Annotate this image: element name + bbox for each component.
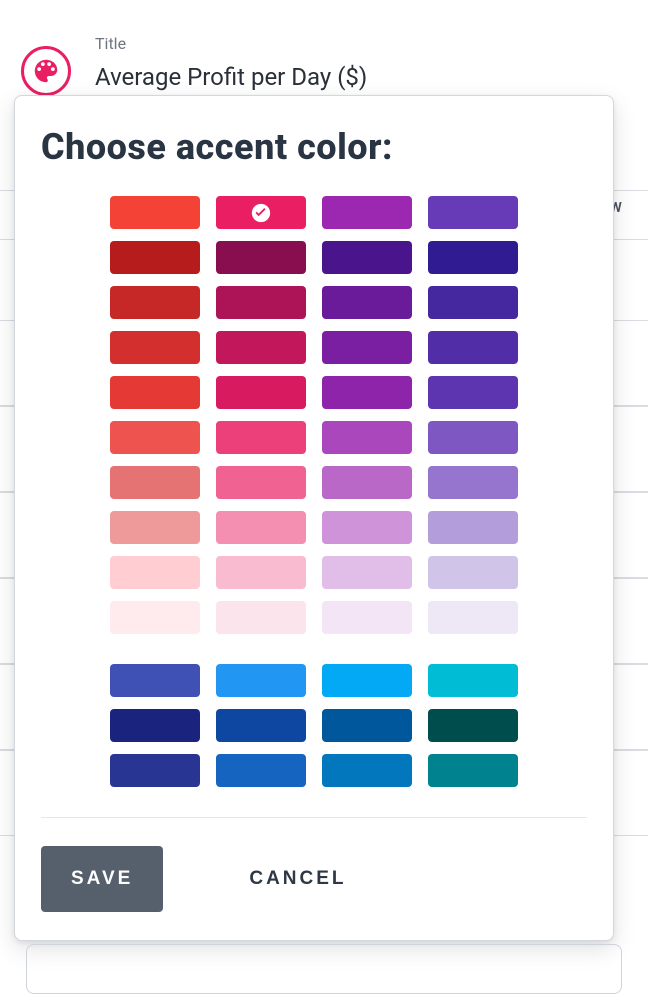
color-swatch[interactable] xyxy=(216,556,306,589)
color-swatch[interactable] xyxy=(322,376,412,409)
color-swatch[interactable] xyxy=(322,754,412,787)
color-swatch[interactable] xyxy=(110,196,200,229)
color-swatch[interactable] xyxy=(428,466,518,499)
color-swatch[interactable] xyxy=(322,331,412,364)
color-swatch[interactable] xyxy=(216,601,306,634)
color-swatch[interactable] xyxy=(216,196,306,229)
content-card xyxy=(26,944,622,994)
color-swatch[interactable] xyxy=(216,421,306,454)
color-swatch[interactable] xyxy=(428,196,518,229)
color-swatch[interactable] xyxy=(428,511,518,544)
color-swatch[interactable] xyxy=(110,376,200,409)
color-swatch[interactable] xyxy=(322,709,412,742)
color-swatch[interactable] xyxy=(216,511,306,544)
color-swatch[interactable] xyxy=(110,421,200,454)
color-swatch[interactable] xyxy=(322,466,412,499)
color-swatch[interactable] xyxy=(428,556,518,589)
color-swatch[interactable] xyxy=(110,754,200,787)
color-swatch[interactable] xyxy=(322,286,412,319)
dialog-title: Choose accent color: xyxy=(41,126,587,168)
color-swatch[interactable] xyxy=(428,601,518,634)
palette-icon[interactable] xyxy=(21,46,71,96)
color-swatch[interactable] xyxy=(216,709,306,742)
color-swatch[interactable] xyxy=(322,664,412,697)
cancel-button[interactable]: CANCEL xyxy=(219,846,376,912)
title-value[interactable]: Average Profit per Day ($) xyxy=(95,63,367,91)
color-swatch[interactable] xyxy=(110,331,200,364)
color-swatch[interactable] xyxy=(322,601,412,634)
accent-color-dialog: Choose accent color: SAVE CANCEL xyxy=(14,95,614,941)
color-swatch[interactable] xyxy=(428,754,518,787)
color-swatch[interactable] xyxy=(322,556,412,589)
color-swatch[interactable] xyxy=(216,466,306,499)
color-swatch[interactable] xyxy=(322,421,412,454)
color-swatch[interactable] xyxy=(110,664,200,697)
color-swatch[interactable] xyxy=(216,754,306,787)
color-swatch[interactable] xyxy=(428,286,518,319)
color-swatch[interactable] xyxy=(428,331,518,364)
title-label: Title xyxy=(95,34,367,53)
color-swatch[interactable] xyxy=(322,241,412,274)
color-swatch[interactable] xyxy=(216,241,306,274)
color-swatch[interactable] xyxy=(428,421,518,454)
color-swatch[interactable] xyxy=(428,376,518,409)
divider xyxy=(41,817,587,818)
color-swatch[interactable] xyxy=(110,601,200,634)
color-swatch[interactable] xyxy=(216,664,306,697)
color-swatch[interactable] xyxy=(110,466,200,499)
dialog-actions: SAVE CANCEL xyxy=(41,846,587,912)
color-swatch[interactable] xyxy=(428,241,518,274)
palette-svg xyxy=(31,56,61,86)
color-swatch[interactable] xyxy=(428,709,518,742)
color-swatch[interactable] xyxy=(216,286,306,319)
color-swatch[interactable] xyxy=(110,556,200,589)
color-swatch[interactable] xyxy=(216,331,306,364)
palette-section-reds-purples xyxy=(110,196,518,634)
check-icon xyxy=(250,202,272,224)
color-swatch[interactable] xyxy=(110,241,200,274)
color-palette xyxy=(41,196,587,787)
color-swatch[interactable] xyxy=(322,196,412,229)
save-button[interactable]: SAVE xyxy=(41,846,163,912)
color-swatch[interactable] xyxy=(322,511,412,544)
title-field: Title Average Profit per Day ($) xyxy=(21,28,628,96)
palette-section-blues-teals xyxy=(110,664,518,787)
color-swatch[interactable] xyxy=(428,664,518,697)
color-swatch[interactable] xyxy=(110,286,200,319)
color-swatch[interactable] xyxy=(216,376,306,409)
color-swatch[interactable] xyxy=(110,511,200,544)
color-swatch[interactable] xyxy=(110,709,200,742)
